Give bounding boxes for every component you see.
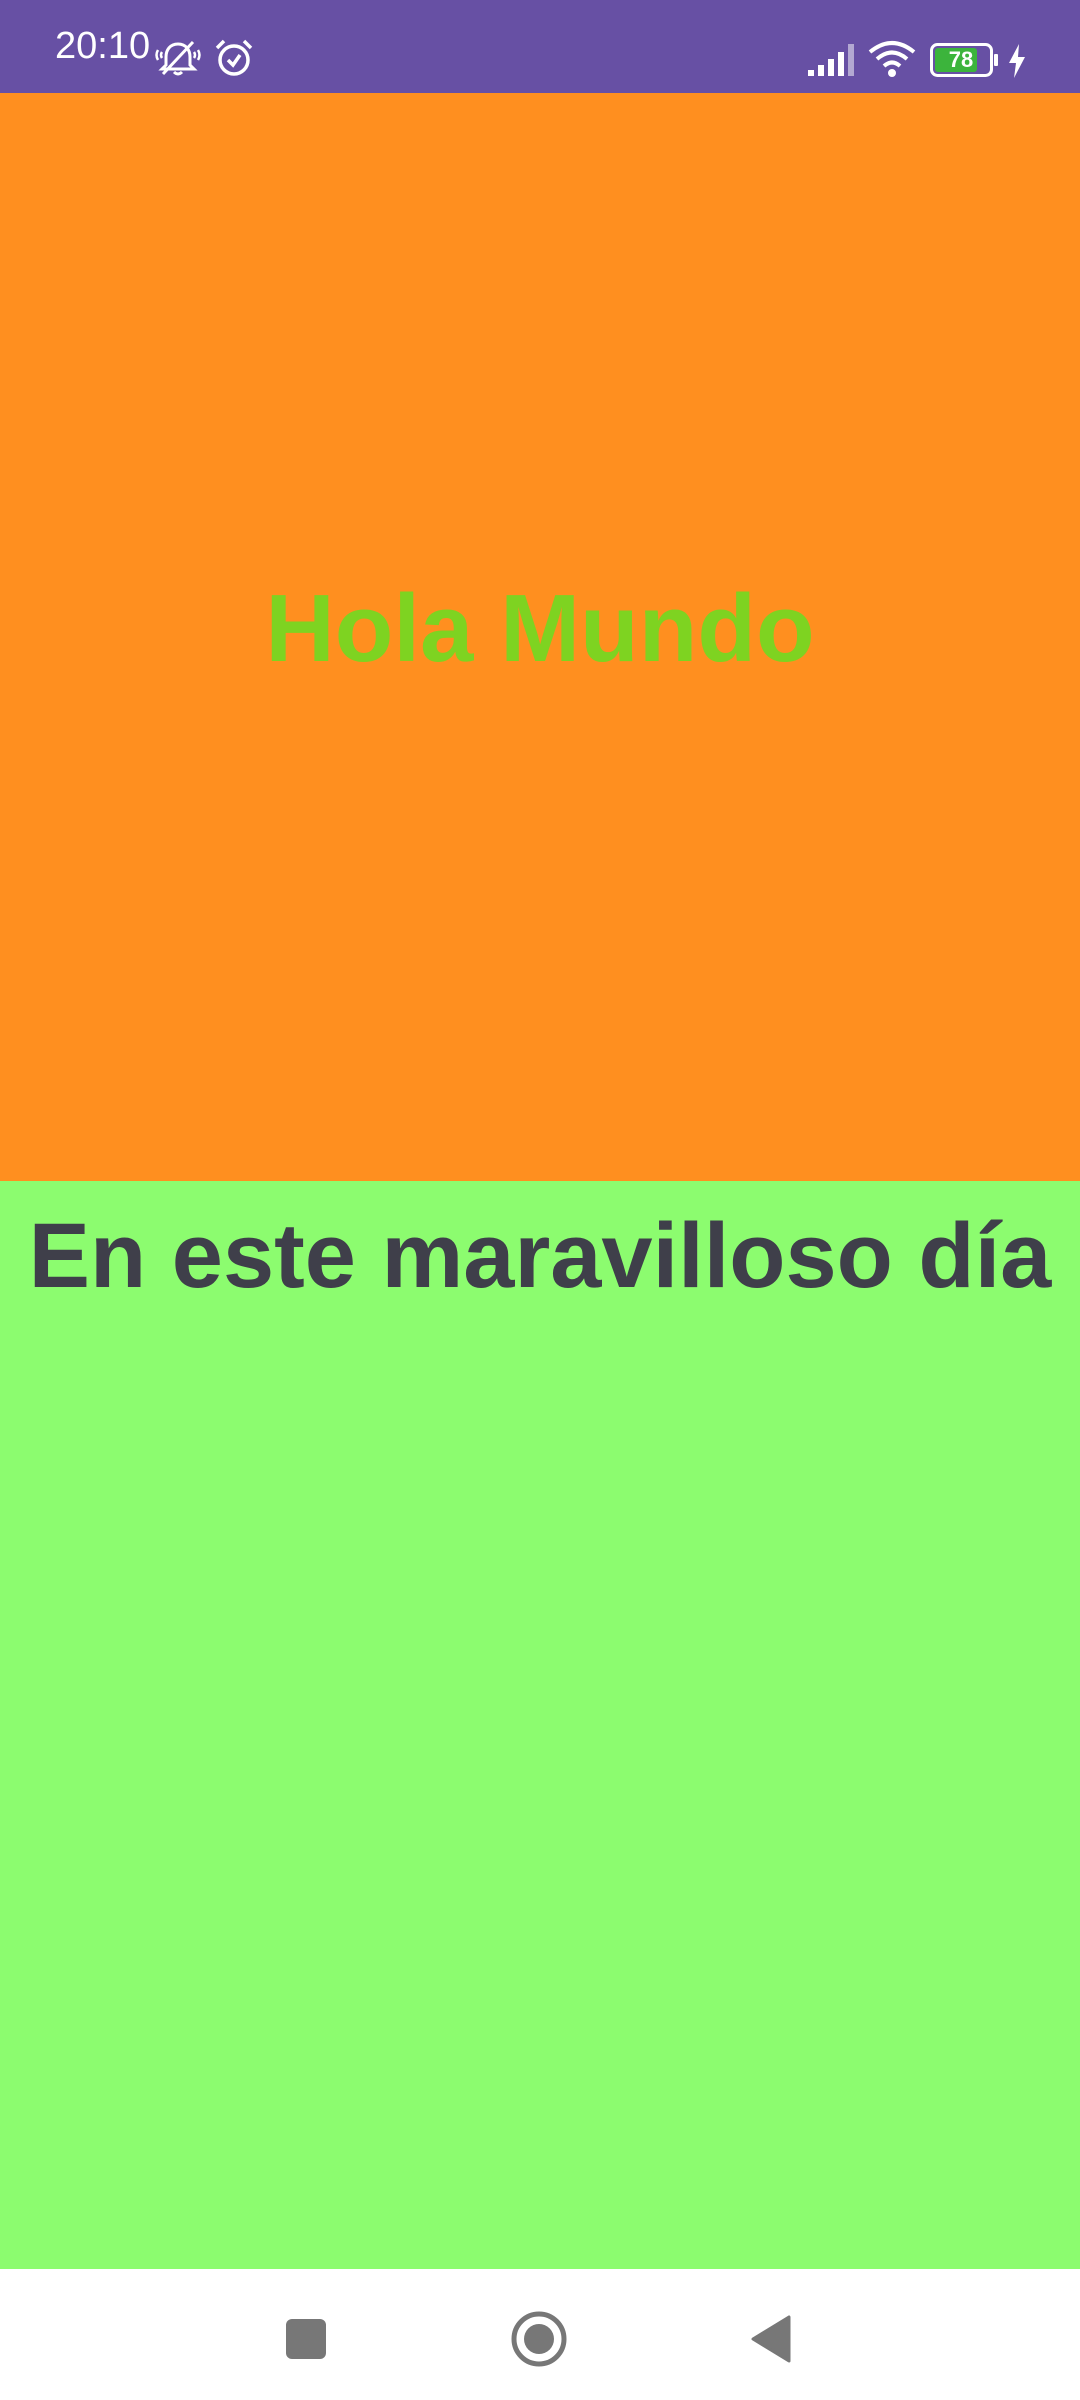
charging-icon	[1009, 44, 1025, 78]
square-icon	[286, 2319, 326, 2359]
signal-icon	[808, 44, 854, 76]
navigation-bar	[0, 2269, 1080, 2400]
battery-level: 78	[948, 47, 974, 72]
mute-icon	[155, 40, 201, 76]
hola-mundo-text: Hola Mundo	[265, 575, 815, 682]
top-panel: Hola Mundo	[0, 93, 1080, 1181]
back-button[interactable]	[732, 2299, 812, 2379]
maravilloso-dia-text: En este maravilloso día	[28, 1205, 1052, 1307]
status-time: 20:10	[55, 25, 151, 67]
back-triangle-icon	[751, 2315, 791, 2363]
alarm-icon	[215, 39, 253, 76]
home-button[interactable]	[499, 2299, 579, 2379]
wifi-icon	[868, 41, 916, 77]
bottom-panel: En este maravilloso día	[0, 1181, 1080, 2269]
recents-button[interactable]	[266, 2299, 346, 2379]
status-bar: 20:10 78	[0, 0, 1080, 93]
circle-icon	[511, 2311, 567, 2367]
